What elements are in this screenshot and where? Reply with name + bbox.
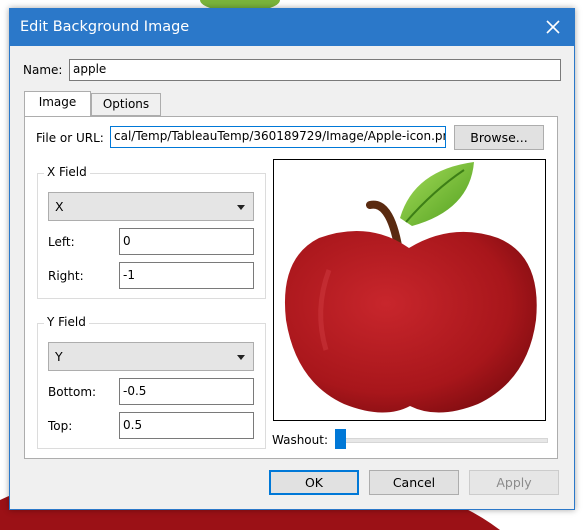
- name-field[interactable]: apple: [69, 59, 561, 81]
- right-field[interactable]: -1: [119, 262, 254, 289]
- y-field-select[interactable]: Y: [48, 342, 254, 371]
- bottom-field[interactable]: -0.5: [119, 378, 254, 405]
- ok-button[interactable]: OK: [269, 470, 359, 495]
- washout-slider-thumb[interactable]: [335, 429, 346, 449]
- apply-button[interactable]: Apply: [469, 470, 559, 495]
- tab-options[interactable]: Options: [91, 93, 161, 116]
- y-field-selected-value: Y: [55, 349, 63, 364]
- left-field[interactable]: 0: [119, 228, 254, 255]
- title-bar: Edit Background Image: [10, 9, 574, 46]
- chevron-down-icon: [237, 355, 245, 360]
- cancel-button[interactable]: Cancel: [369, 470, 459, 495]
- x-field-selected-value: X: [55, 199, 64, 214]
- left-label: Left:: [48, 235, 75, 249]
- x-field-title: X Field: [44, 165, 90, 179]
- browse-button[interactable]: Browse...: [454, 125, 544, 150]
- washout-slider-track[interactable]: [338, 438, 548, 443]
- apple-image: [284, 162, 537, 413]
- name-label: Name:: [23, 63, 63, 77]
- bottom-label: Bottom:: [48, 385, 97, 399]
- image-preview: [273, 159, 546, 421]
- x-field-select[interactable]: X: [48, 192, 254, 221]
- top-label: Top:: [48, 419, 73, 433]
- right-label: Right:: [48, 269, 84, 283]
- dialog-title: Edit Background Image: [20, 19, 190, 35]
- chevron-down-icon: [237, 205, 245, 210]
- close-icon[interactable]: [542, 16, 564, 38]
- y-field-title: Y Field: [44, 315, 89, 329]
- top-field[interactable]: 0.5: [119, 412, 254, 439]
- tab-image[interactable]: Image: [24, 91, 91, 116]
- file-url-label: File or URL:: [36, 131, 104, 145]
- edit-background-image-dialog: Edit Background Image Name: apple Image …: [9, 8, 575, 510]
- file-url-field[interactable]: cal/Temp/TableauTemp/360189729/Image/App…: [110, 126, 446, 148]
- washout-label: Washout:: [272, 433, 329, 447]
